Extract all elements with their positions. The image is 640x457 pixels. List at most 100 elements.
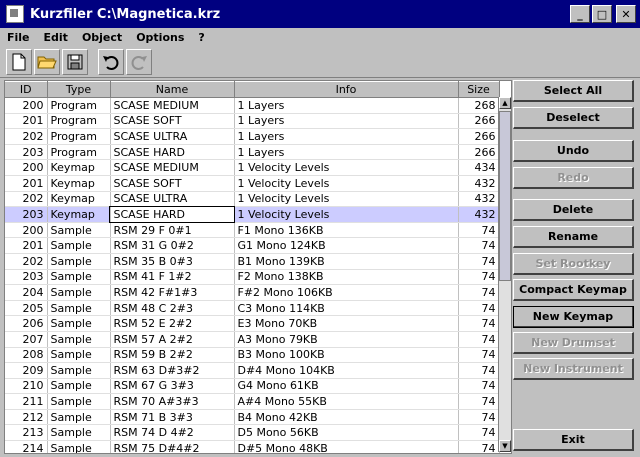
cell-type: Sample	[47, 347, 111, 364]
table-row[interactable]: 213 Sample RSM 74 D 4#2 D5 Mono 56KB 74	[5, 424, 500, 442]
cell-name: RSM 29 F 0#1	[110, 222, 235, 239]
cell-info: C3 Mono 114KB	[234, 300, 459, 317]
cell-type: Keymap	[47, 175, 111, 192]
cell-size: 432	[458, 191, 500, 208]
table-row[interactable]: 202 Program SCASE ULTRA 1 Layers 266	[5, 128, 500, 145]
cell-name: RSM 67 G 3#3	[110, 378, 235, 395]
cell-type: Program	[47, 97, 111, 114]
cell-id: 203	[5, 206, 48, 223]
undo-toolbar-button[interactable]	[98, 48, 124, 75]
column-header-name[interactable]: Name	[110, 81, 235, 98]
cell-info: A3 Mono 79KB	[234, 331, 459, 348]
exit-button[interactable]: Exit	[513, 429, 634, 451]
minimize-button[interactable]: _	[570, 5, 590, 23]
cell-id: 200	[5, 222, 48, 239]
table-row[interactable]: 202 Keymap SCASE ULTRA 1 Velocity Levels 432	[5, 191, 500, 208]
menu-file[interactable]: File	[0, 31, 37, 44]
table-row[interactable]: 203 Keymap SCASE HARD 1 Velocity Levels 432	[5, 205, 500, 224]
cell-info: B1 Mono 139KB	[234, 253, 459, 270]
new-instrument-button[interactable]: New Instrument	[513, 358, 634, 380]
scroll-down-arrow[interactable]: ▼	[499, 440, 511, 452]
cell-id: 203	[5, 269, 48, 286]
scroll-thumb[interactable]	[499, 111, 511, 281]
cell-name: SCASE SOFT	[110, 113, 235, 130]
open-button[interactable]	[34, 48, 60, 75]
redo-button[interactable]: Redo	[513, 167, 634, 189]
cell-size: 432	[458, 175, 500, 192]
cell-size: 74	[458, 393, 500, 410]
cell-info: G1 Mono 124KB	[234, 237, 459, 254]
cell-info: D5 Mono 56KB	[234, 424, 459, 442]
table-row[interactable]: 206 Sample RSM 52 E 2#2 E3 Mono 70KB 74	[5, 315, 500, 332]
save-button[interactable]	[62, 48, 88, 75]
cell-name: RSM 63 D#3#2	[110, 362, 235, 379]
compact-keymap-button[interactable]: Compact Keymap	[513, 279, 634, 301]
table-row[interactable]: 205 Sample RSM 48 C 2#3 C3 Mono 114KB 74	[5, 300, 500, 317]
deselect-button[interactable]: Deselect	[513, 107, 634, 129]
window-title: Kurzfiler C:\Magnetica.krz	[30, 6, 221, 22]
table-row[interactable]: 208 Sample RSM 59 B 2#2 B3 Mono 100KB 74	[5, 347, 500, 364]
table-row[interactable]: 200 Sample RSM 29 F 0#1 F1 Mono 136KB 74	[5, 222, 500, 239]
cell-name: RSM 52 E 2#2	[110, 315, 235, 332]
maximize-button[interactable]: □	[592, 5, 612, 23]
cell-id: 214	[5, 440, 48, 453]
vertical-scrollbar[interactable]: ▲ ▼	[498, 97, 511, 452]
new-keymap-button[interactable]: New Keymap	[513, 306, 634, 328]
cell-name: RSM 31 G 0#2	[110, 237, 235, 254]
table-row[interactable]: 201 Keymap SCASE SOFT 1 Velocity Levels 432	[5, 175, 500, 192]
cell-type: Sample	[47, 409, 111, 426]
cell-id: 202	[5, 128, 48, 145]
table-row[interactable]: 212 Sample RSM 71 B 3#3 B4 Mono 42KB 74	[5, 409, 500, 426]
cell-info: 1 Velocity Levels	[234, 175, 459, 192]
table-row[interactable]: 207 Sample RSM 57 A 2#2 A3 Mono 79KB 74	[5, 331, 500, 348]
cell-name: SCASE ULTRA	[110, 191, 235, 208]
table-row[interactable]: 203 Sample RSM 41 F 1#2 F2 Mono 138KB 74	[5, 269, 500, 286]
table-row[interactable]: 201 Program SCASE SOFT 1 Layers 266	[5, 113, 500, 130]
cell-name: RSM 71 B 3#3	[110, 409, 235, 426]
table-row[interactable]: 201 Sample RSM 31 G 0#2 G1 Mono 124KB 74	[5, 237, 500, 254]
cell-id: 202	[5, 191, 48, 208]
table-row[interactable]: 214 Sample RSM 75 D#4#2 D#5 Mono 48KB 74	[5, 440, 500, 453]
cell-type: Sample	[47, 269, 111, 286]
cell-name: RSM 35 B 0#3	[110, 253, 235, 270]
cell-size: 74	[458, 347, 500, 364]
undo-button[interactable]: Undo	[513, 140, 634, 162]
cell-id: 200	[5, 159, 48, 176]
table-row[interactable]: 204 Sample RSM 42 F#1#3 F#2 Mono 106KB 74	[5, 284, 500, 301]
menu-edit[interactable]: Edit	[37, 31, 75, 44]
menu-object[interactable]: Object	[75, 31, 129, 44]
cell-name: SCASE MEDIUM	[110, 159, 235, 176]
cell-info: 1 Layers	[234, 113, 459, 130]
cell-name: SCASE HARD	[110, 144, 235, 161]
cell-size: 74	[458, 300, 500, 317]
rename-button[interactable]: Rename	[513, 226, 634, 248]
cell-id: 211	[5, 393, 48, 410]
menu-options[interactable]: Options	[129, 31, 191, 44]
table-row[interactable]: 210 Sample RSM 67 G 3#3 G4 Mono 61KB 74	[5, 378, 500, 395]
column-header-id[interactable]: ID	[5, 81, 48, 98]
column-header-type[interactable]: Type	[47, 81, 111, 98]
cell-info: B3 Mono 100KB	[234, 347, 459, 364]
table-row[interactable]: 200 Program SCASE MEDIUM 1 Layers 268	[5, 97, 500, 114]
close-button[interactable]: ✕	[616, 5, 636, 23]
redo-toolbar-button[interactable]	[126, 48, 152, 75]
new-file-button[interactable]	[6, 48, 32, 75]
cell-size: 74	[458, 269, 500, 286]
delete-button[interactable]: Delete	[513, 199, 634, 221]
undo-icon	[103, 55, 119, 70]
cell-id: 210	[5, 378, 48, 395]
cell-id: 204	[5, 284, 48, 301]
scroll-up-arrow[interactable]: ▲	[499, 97, 511, 109]
menu-help[interactable]: ?	[191, 31, 211, 44]
set-rootkey-button[interactable]: Set Rootkey	[513, 253, 634, 275]
table-row[interactable]: 200 Keymap SCASE MEDIUM 1 Velocity Levels 43…	[5, 159, 500, 176]
column-header-size[interactable]: Size	[458, 81, 500, 98]
table-row[interactable]: 211 Sample RSM 70 A#3#3 A#4 Mono 55KB 74	[5, 393, 500, 410]
column-header-info[interactable]: Info	[234, 81, 459, 98]
cell-id: 201	[5, 113, 48, 130]
table-row[interactable]: 209 Sample RSM 63 D#3#2 D#4 Mono 104KB 74	[5, 362, 500, 379]
table-row[interactable]: 203 Program SCASE HARD 1 Layers 266	[5, 144, 500, 161]
select-all-button[interactable]: Select All	[513, 80, 634, 102]
new-drumset-button[interactable]: New Drumset	[513, 332, 634, 354]
table-row[interactable]: 202 Sample RSM 35 B 0#3 B1 Mono 139KB 74	[5, 253, 500, 270]
